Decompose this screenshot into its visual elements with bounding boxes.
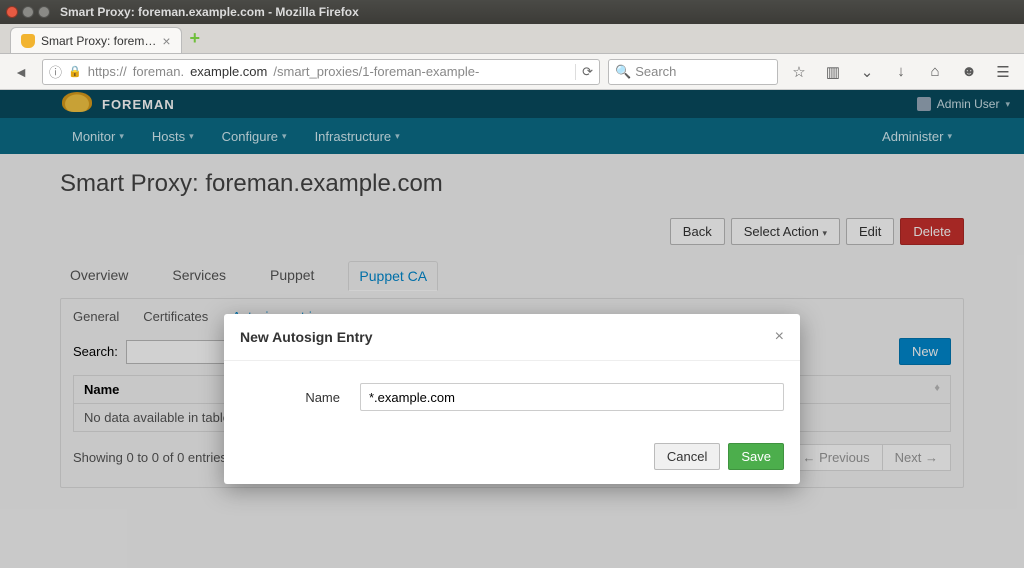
url-path: /smart_proxies/1-foreman-example- bbox=[273, 64, 479, 79]
favicon-icon bbox=[21, 34, 35, 48]
search-bar[interactable]: 🔍 Search bbox=[608, 59, 778, 85]
cancel-button[interactable]: Cancel bbox=[654, 443, 720, 470]
reload-icon[interactable]: ⟳ bbox=[575, 64, 593, 80]
url-sub: foreman. bbox=[133, 64, 184, 79]
window-maximize-button[interactable] bbox=[38, 6, 50, 18]
window-minimize-button[interactable] bbox=[22, 6, 34, 18]
window-title: Smart Proxy: foreman.example.com - Mozil… bbox=[60, 5, 359, 19]
save-button[interactable]: Save bbox=[728, 443, 784, 470]
info-icon: ⓘ bbox=[49, 62, 62, 81]
search-icon: 🔍 bbox=[615, 64, 631, 80]
reader-icon[interactable]: ▥ bbox=[820, 59, 846, 85]
search-placeholder: Search bbox=[635, 64, 676, 79]
name-input[interactable] bbox=[360, 383, 784, 411]
home-icon[interactable]: ⌂ bbox=[922, 59, 948, 85]
new-tab-button[interactable]: + bbox=[190, 28, 201, 49]
chat-icon[interactable]: ☻ bbox=[956, 59, 982, 85]
lock-icon: 🔒 bbox=[68, 65, 82, 78]
new-autosign-entry-modal: New Autosign Entry × Name Cancel Save bbox=[224, 314, 800, 484]
url-host: example.com bbox=[190, 64, 267, 79]
menu-icon[interactable]: ☰ bbox=[990, 59, 1016, 85]
url-proto: https:// bbox=[88, 64, 127, 79]
downloads-icon[interactable]: ↓ bbox=[888, 59, 914, 85]
window-close-button[interactable] bbox=[6, 6, 18, 18]
modal-title: New Autosign Entry bbox=[240, 329, 373, 345]
field-label-name: Name bbox=[240, 390, 340, 405]
browser-tab[interactable]: Smart Proxy: forem… × bbox=[10, 27, 182, 53]
close-icon[interactable]: × bbox=[162, 33, 170, 49]
tab-label: Smart Proxy: forem… bbox=[41, 34, 156, 48]
pocket-icon[interactable]: ⌄ bbox=[854, 59, 880, 85]
close-icon[interactable]: × bbox=[775, 328, 784, 346]
back-button[interactable]: ◄ bbox=[8, 59, 34, 85]
url-bar[interactable]: ⓘ 🔒 https:// foreman. example.com/smart_pr… bbox=[42, 59, 600, 85]
bookmark-icon[interactable]: ☆ bbox=[786, 59, 812, 85]
